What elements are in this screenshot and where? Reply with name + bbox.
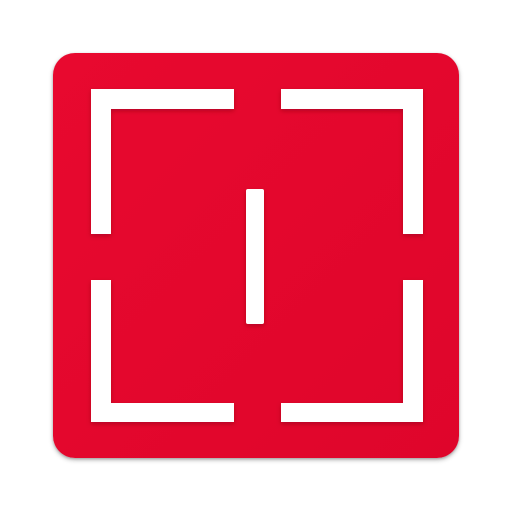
scan-frame-icon (53, 53, 459, 458)
app-icon[interactable] (53, 53, 459, 458)
center-cursor-bar (246, 189, 264, 324)
screen (0, 0, 512, 512)
